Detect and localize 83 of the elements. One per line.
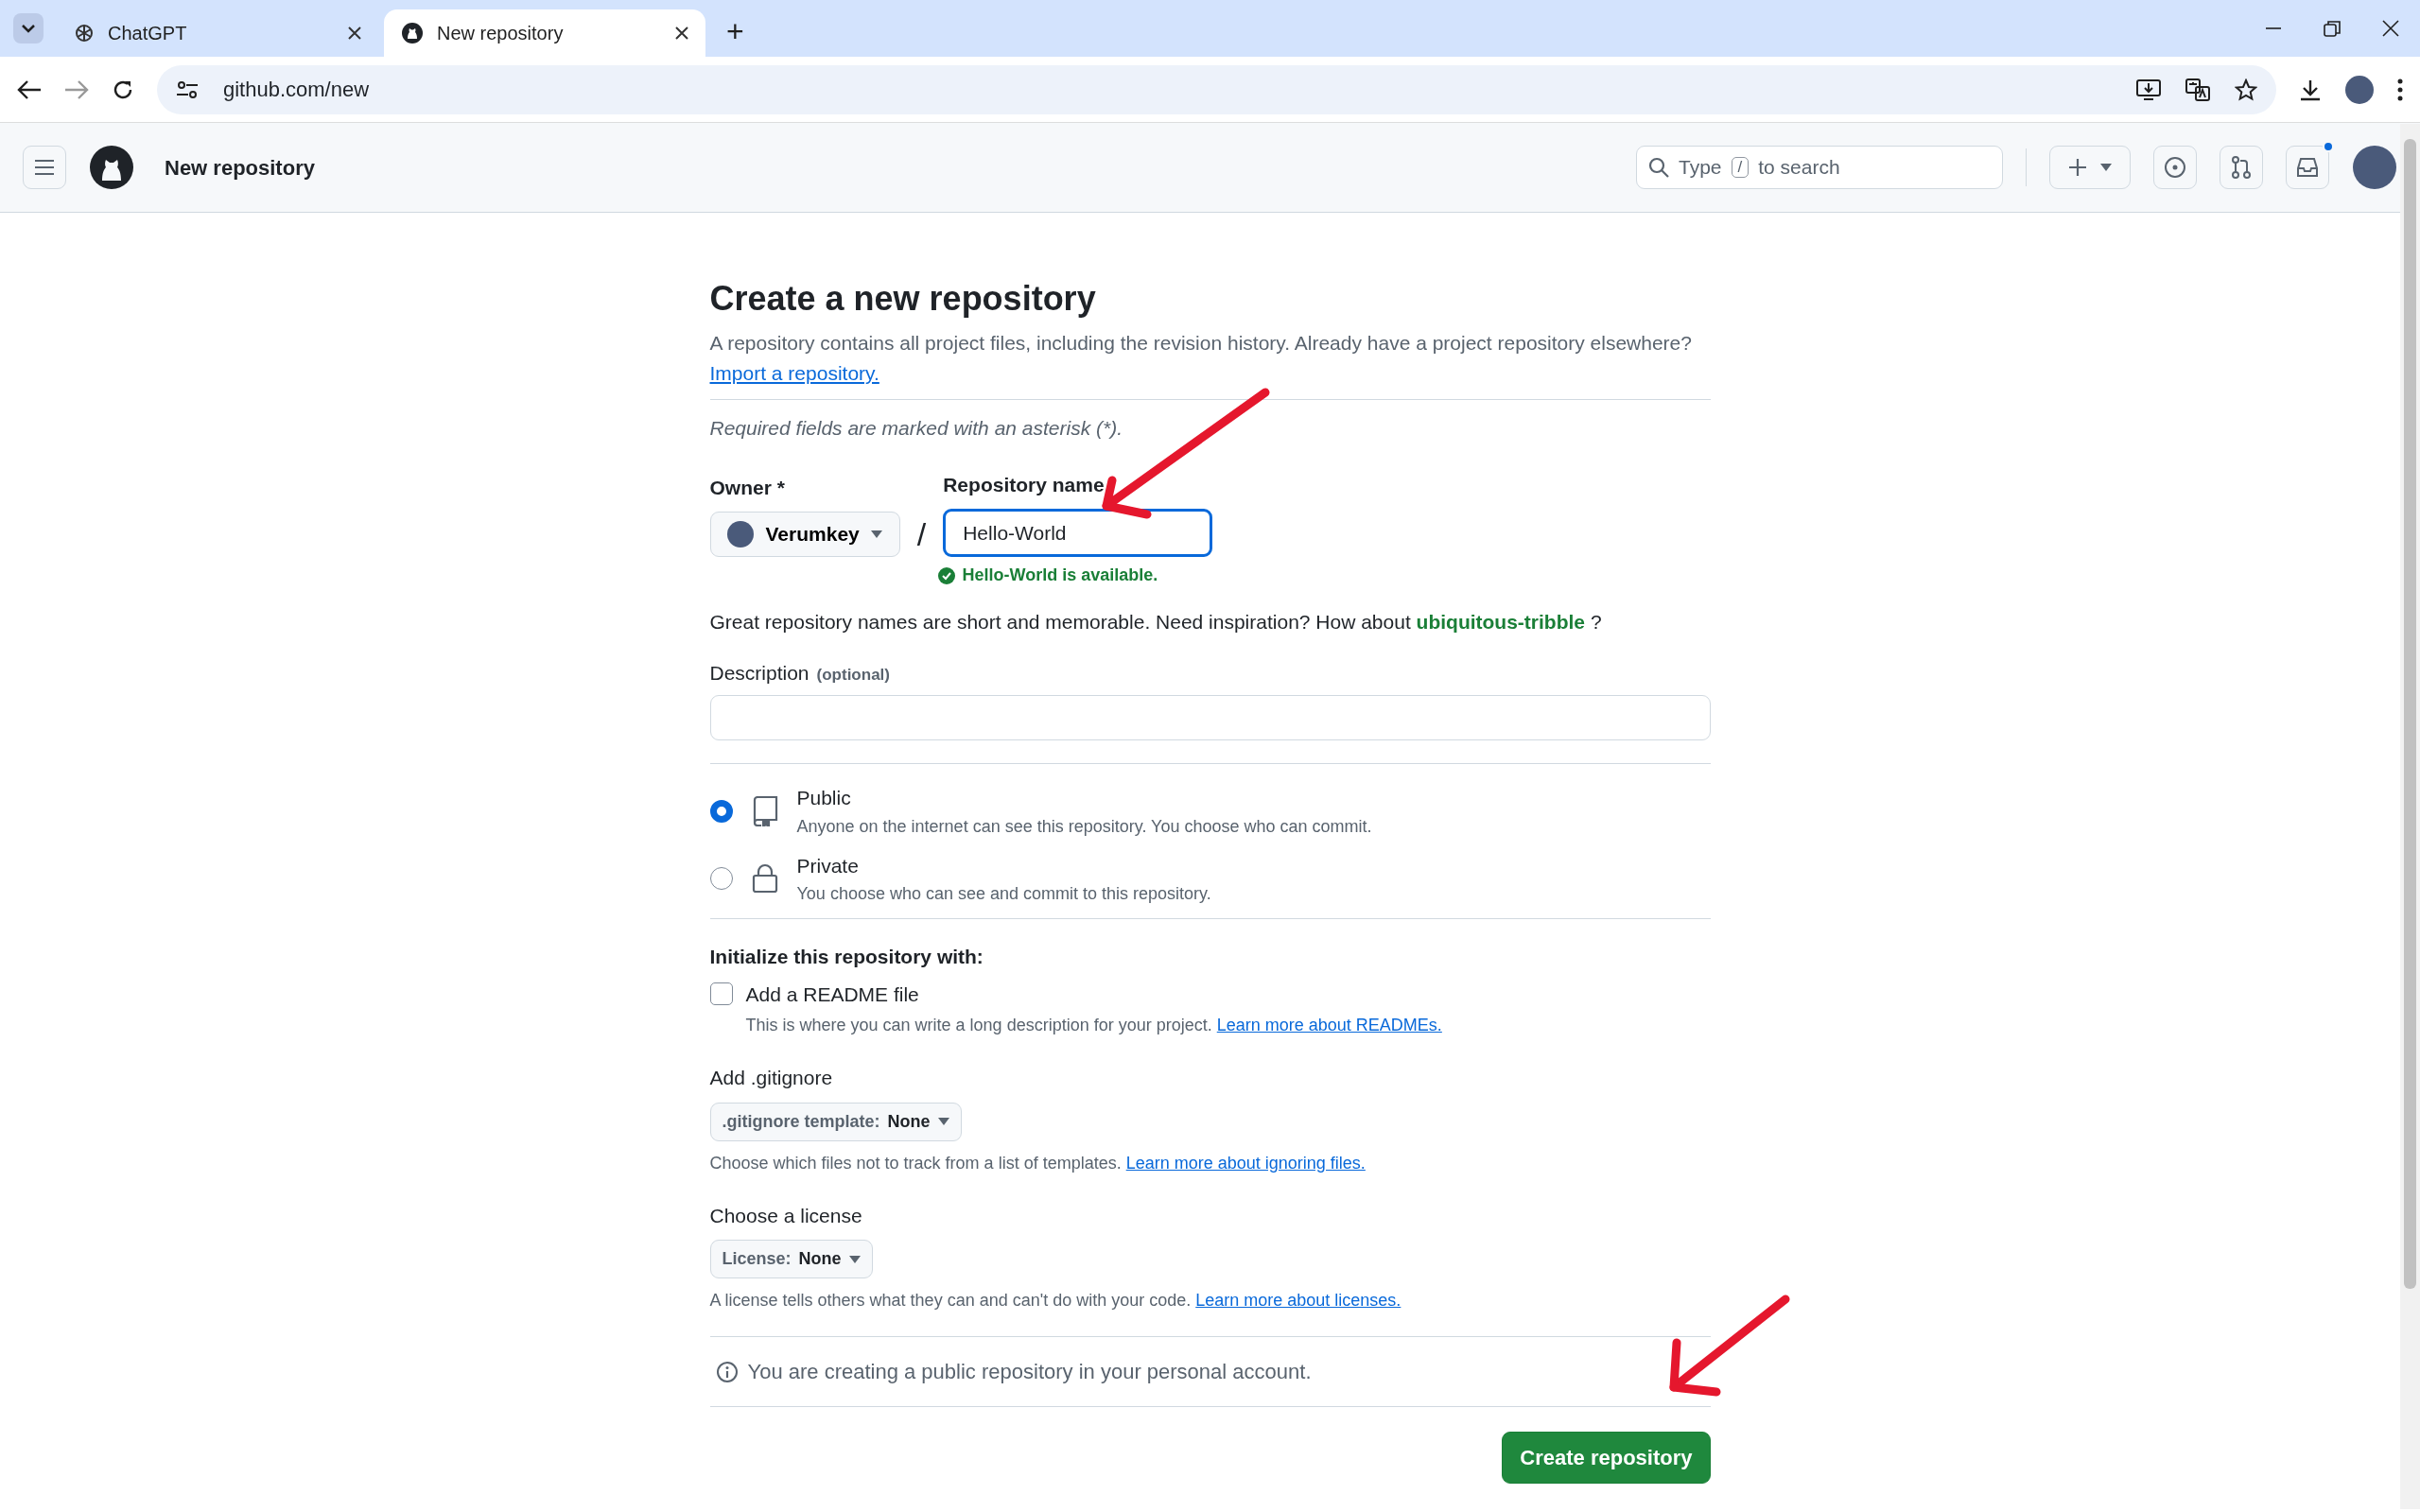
section-heading: Initialize this repository with: [709,945,984,969]
address-bar[interactable]: github.com/new [157,64,2276,114]
scrollbar-thumb[interactable] [2404,139,2416,1289]
description-label: Description [709,660,810,686]
checkbox-label[interactable]: Add a README file [745,979,919,1009]
shortcut-key: / [1731,156,1750,179]
create-repository-button[interactable]: Create repository [1502,1432,1711,1484]
search-field[interactable]: Type / to search [1636,146,2003,189]
learn-more-link[interactable]: Learn more about licenses. [1195,1291,1402,1310]
lock-icon [751,863,778,895]
avatar-icon[interactable] [2352,145,2397,190]
book-icon [751,795,778,826]
translate-icon[interactable] [2185,78,2210,101]
info-notice: You are creating a public repository in your personal account. [747,1359,1312,1385]
help-text: This is where you can write a long description for your project. Learn more about READMEs. [745,1015,1443,1036]
name-suggestion: Great repository names are short and memorable. Need inspiration? How about ubiquitous-tribble ? [709,610,1603,634]
browser-tab[interactable]: ChatGPT [57,9,378,57]
inbox-icon [2296,157,2319,178]
create-new-button[interactable] [2049,146,2131,189]
gitignore-dropdown[interactable]: .gitignore template: None [709,1102,962,1141]
description-field[interactable] [709,695,1711,740]
owner-label: Owner * [709,475,786,500]
monitor-download-icon[interactable] [2136,78,2161,101]
sliders-icon[interactable] [176,78,199,100]
caret-icon [937,1118,949,1125]
restore-icon[interactable] [2324,20,2341,37]
owner-dropdown[interactable]: Verumkey [709,512,900,557]
search-hint: Type [1679,155,1722,181]
visibility-description: Anyone on the internet can see this repository. You choose who can commit. [796,815,1372,838]
caret-icon [848,1255,861,1263]
page-title[interactable]: New repository [165,151,315,183]
section-heading: Choose a license [709,1203,863,1228]
new-tab-button[interactable]: + [721,15,750,47]
info-icon [715,1360,739,1383]
learn-more-link[interactable]: Learn more about READMEs. [1216,1016,1442,1034]
intro-text: A repository contains all project files, including the revision history. Already have a project repository elsewhere? Import a repository. [709,331,1693,386]
license-dropdown[interactable]: License: None [709,1240,873,1278]
help-text: A license tells others what they can and can't do with your code. Learn more about licenses. [709,1290,1402,1312]
repo-name-field[interactable]: Hello-World [943,509,1213,557]
radio-button[interactable] [709,799,733,823]
cat-icon [401,22,424,44]
close-icon[interactable] [348,26,361,40]
section-heading: Add .gitignore [709,1066,834,1090]
browser-tab[interactable]: New repository [384,9,705,57]
close-icon[interactable] [2382,20,2399,37]
issues-button[interactable] [2153,146,2197,189]
availability-message: Hello-World is available. [962,565,1158,586]
search-icon [1648,157,1669,178]
pull-request-icon [2231,156,2252,179]
learn-more-link[interactable]: Learn more about ignoring files. [1125,1153,1366,1173]
caret-icon [2100,164,2112,171]
circle-dot-icon [2164,156,2186,179]
optional-label: (optional) [816,664,890,686]
chevron-down-icon [21,24,36,33]
path-separator: / [916,515,927,554]
form-heading: Create a new repository [709,278,1097,320]
avatar-icon[interactable] [2344,74,2375,105]
import-link[interactable]: Import a repository. [709,361,879,384]
visibility-title: Private [796,853,860,878]
pull-requests-button[interactable] [2220,146,2263,189]
url-text: github.com/new [223,77,371,103]
star-icon[interactable] [2235,78,2257,101]
help-text: Choose which files not to track from a list of templates. Learn more about ignoring files. [709,1152,1367,1174]
checkbox[interactable] [709,982,733,1006]
required-note: Required fields are marked with an asterisk (*). [709,416,1123,441]
more-vertical-icon[interactable] [2397,78,2403,101]
forward-arrow-icon[interactable] [64,78,89,100]
repo-name-label: Repository name [943,472,1106,497]
back-arrow-icon[interactable] [17,78,42,100]
plus-icon [2068,158,2087,177]
avatar-icon [725,520,755,548]
close-icon[interactable] [675,26,688,40]
tab-list-button[interactable] [13,13,44,43]
search-hint: to search [1758,155,1840,181]
menu-button[interactable] [23,146,66,189]
check-circle-icon [937,566,955,584]
visibility-title: Public [796,786,852,810]
visibility-description: You choose who can see and commit to this repository. [796,883,1211,905]
cat-logo-icon[interactable] [89,145,134,190]
download-icon[interactable] [2299,78,2322,101]
radio-button[interactable] [709,867,733,891]
menu-icon [34,159,55,176]
caret-icon [870,530,882,538]
